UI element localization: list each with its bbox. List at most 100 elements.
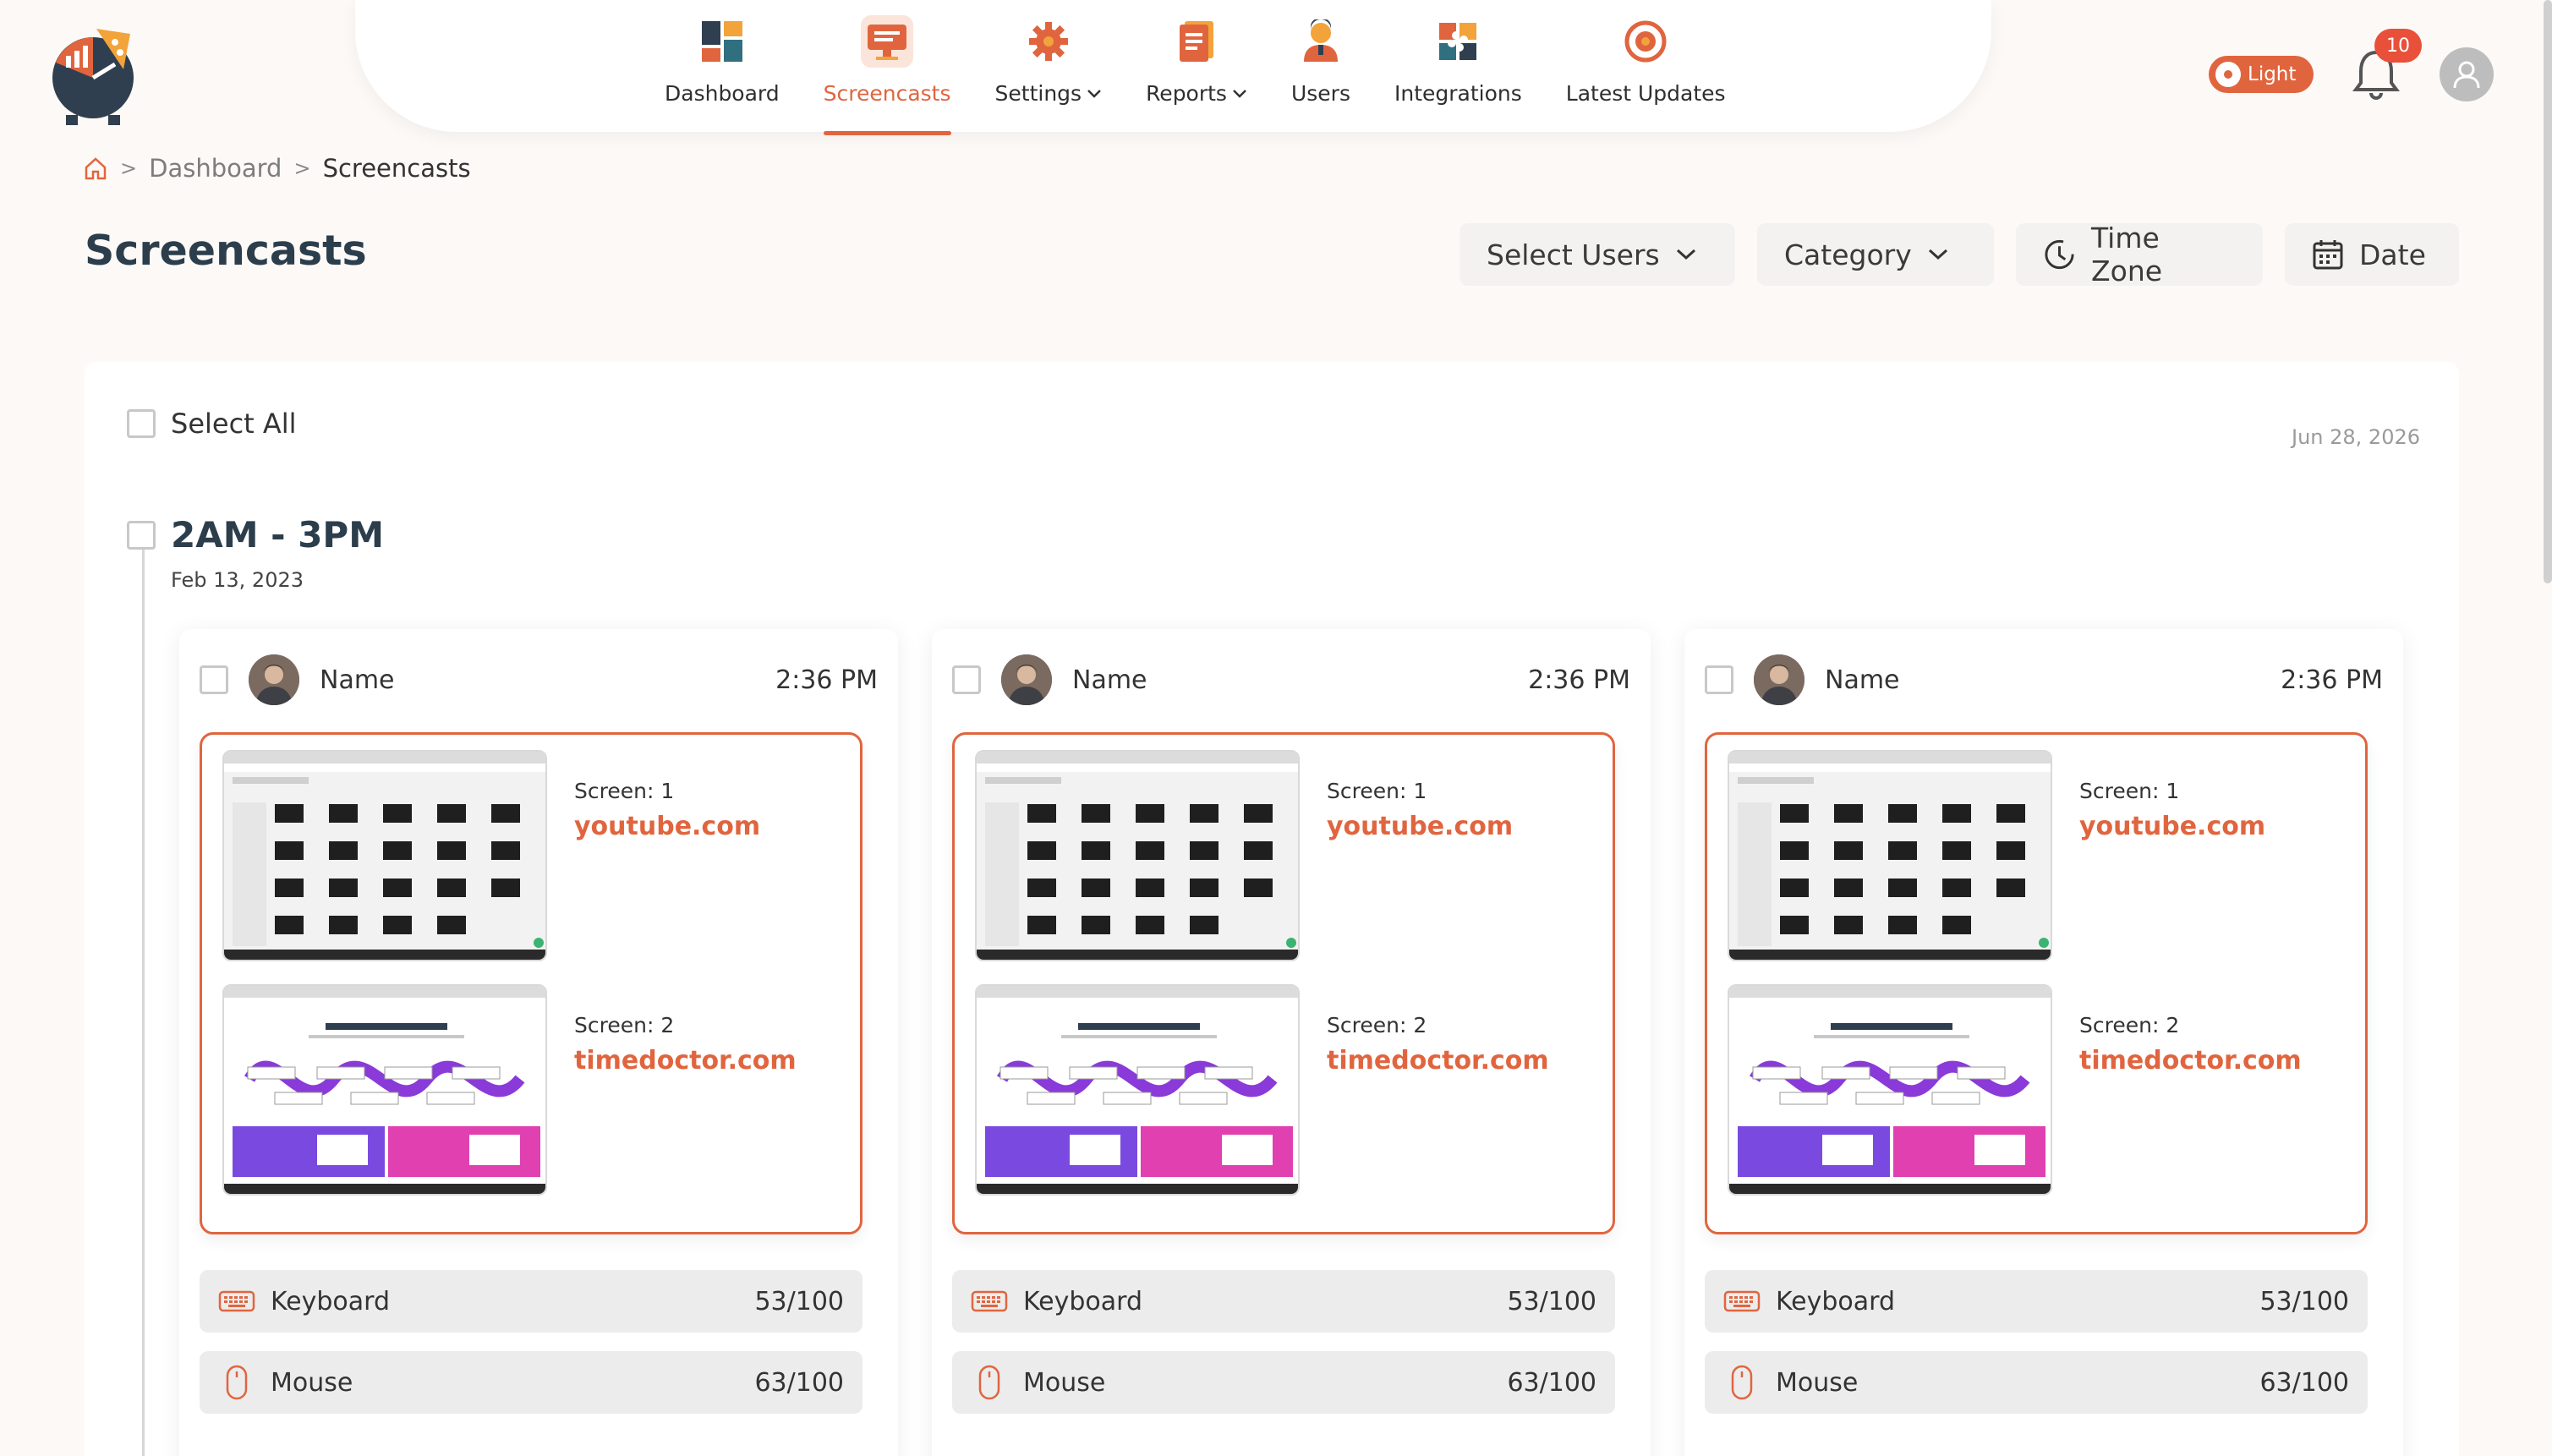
time-zone-button[interactable]: Time Zone bbox=[2016, 222, 2263, 287]
card-checkbox[interactable] bbox=[200, 665, 228, 694]
screenshots-box[interactable]: Screen: 1 youtube.com Screen: 2 timedoct… bbox=[1705, 732, 2368, 1234]
screenshot-row: Screen: 1 youtube.com bbox=[222, 750, 760, 961]
screen-site-link[interactable]: youtube.com bbox=[574, 812, 760, 841]
category-label: Category bbox=[1784, 238, 1912, 271]
screenshot-thumbnail[interactable] bbox=[975, 750, 1300, 961]
nav-label-users: Users bbox=[1290, 81, 1350, 106]
keyboard-label: Keyboard bbox=[1023, 1286, 1143, 1316]
screen-info: Screen: 2 timedoctor.com bbox=[2079, 1013, 2302, 1196]
breadcrumb-dashboard-link[interactable]: Dashboard bbox=[149, 154, 282, 183]
chevron-down-icon bbox=[1928, 249, 1947, 260]
date-label: Date bbox=[2359, 238, 2426, 271]
theme-toggle[interactable]: Light bbox=[2209, 56, 2314, 93]
keyboard-label: Keyboard bbox=[271, 1286, 391, 1316]
mouse-score: 63/100 bbox=[754, 1367, 844, 1398]
user-avatar-icon bbox=[2453, 61, 2480, 89]
mouse-label: Mouse bbox=[1776, 1367, 1859, 1398]
keyboard-activity: Keyboard 53/100 bbox=[200, 1270, 863, 1333]
nav-item-settings[interactable]: Settings bbox=[973, 10, 1125, 134]
screen-info: Screen: 1 youtube.com bbox=[1327, 779, 1513, 961]
select-all[interactable]: Select All bbox=[127, 408, 297, 440]
screen-label: Screen: 2 bbox=[574, 1013, 675, 1037]
screenshot-thumbnail[interactable] bbox=[222, 750, 547, 961]
screenshot-row: Screen: 1 youtube.com bbox=[975, 750, 1513, 961]
screenshot-thumbnail[interactable] bbox=[222, 984, 547, 1196]
mouse-activity: Mouse 63/100 bbox=[952, 1351, 1615, 1414]
screen-label: Screen: 2 bbox=[1327, 1013, 1427, 1037]
screen-label: Screen: 1 bbox=[1327, 779, 1427, 803]
breadcrumb-separator: > bbox=[293, 156, 311, 180]
mouse-score: 63/100 bbox=[2259, 1367, 2349, 1398]
screen-site-link[interactable]: timedoctor.com bbox=[574, 1046, 797, 1076]
screenshot-thumbnail[interactable] bbox=[975, 984, 1300, 1196]
group-time-range: 2AM - 3PM bbox=[171, 514, 384, 556]
keyboard-activity: Keyboard 53/100 bbox=[1705, 1270, 2368, 1333]
card-header: Name 2:36 PM bbox=[952, 654, 1630, 705]
home-icon[interactable] bbox=[83, 156, 108, 181]
keyboard-score: 53/100 bbox=[2259, 1286, 2349, 1316]
mouse-icon bbox=[978, 1365, 1000, 1400]
category-dropdown[interactable]: Category bbox=[1757, 223, 1994, 286]
avatar bbox=[249, 654, 299, 705]
time-zone-label: Time Zone bbox=[2091, 222, 2163, 287]
chevron-down-icon bbox=[1676, 249, 1695, 260]
screen-site-link[interactable]: youtube.com bbox=[2079, 812, 2265, 841]
gear-icon bbox=[1022, 15, 1075, 68]
screenshot-thumbnail[interactable] bbox=[1728, 984, 2052, 1196]
calendar-icon bbox=[2313, 240, 2343, 270]
screen-site-link[interactable]: timedoctor.com bbox=[2079, 1046, 2302, 1076]
nav-label-settings: Settings bbox=[994, 81, 1082, 106]
keyboard-icon bbox=[1723, 1290, 1761, 1312]
card-user-name: Name bbox=[1825, 665, 1900, 695]
screenshot-row: Screen: 2 timedoctor.com bbox=[975, 984, 1549, 1196]
keyboard-activity: Keyboard 53/100 bbox=[952, 1270, 1615, 1333]
profile-avatar[interactable] bbox=[2440, 47, 2494, 101]
nav-label-integrations: Integrations bbox=[1394, 81, 1522, 106]
nav-item-integrations[interactable]: Integrations bbox=[1372, 10, 1544, 134]
screen-info: Screen: 1 youtube.com bbox=[574, 779, 760, 961]
screencast-card: Name 2:36 PM Screen: 1 youtube.com Scree… bbox=[932, 629, 1651, 1456]
keyboard-score: 53/100 bbox=[1507, 1286, 1596, 1316]
nav-item-latest-updates[interactable]: Latest Updates bbox=[1544, 10, 1748, 134]
mouse-label: Mouse bbox=[1023, 1367, 1106, 1398]
card-checkbox[interactable] bbox=[952, 665, 981, 694]
card-header: Name 2:36 PM bbox=[200, 654, 878, 705]
timeline-line bbox=[142, 550, 145, 1456]
breadcrumb: > Dashboard > Screencasts bbox=[83, 154, 471, 183]
screen-label: Screen: 2 bbox=[2079, 1013, 2180, 1037]
card-checkbox[interactable] bbox=[1705, 665, 1733, 694]
avatar bbox=[1754, 654, 1804, 705]
screenshots-box[interactable]: Screen: 1 youtube.com Screen: 2 timedoct… bbox=[952, 732, 1615, 1234]
chevron-down-icon bbox=[1233, 89, 1246, 98]
breadcrumb-current: Screencasts bbox=[322, 154, 471, 183]
nav-label-reports: Reports bbox=[1146, 81, 1227, 106]
screenshot-thumbnail[interactable] bbox=[1728, 750, 2052, 961]
nav-item-screencasts[interactable]: Screencasts bbox=[802, 10, 973, 135]
keyboard-label: Keyboard bbox=[1776, 1286, 1896, 1316]
screen-info: Screen: 2 timedoctor.com bbox=[574, 1013, 797, 1196]
select-all-checkbox[interactable] bbox=[127, 409, 156, 438]
screen-site-link[interactable]: timedoctor.com bbox=[1327, 1046, 1549, 1076]
card-user-name: Name bbox=[1072, 665, 1147, 695]
nav-item-reports[interactable]: Reports bbox=[1124, 10, 1269, 134]
screen-info: Screen: 2 timedoctor.com bbox=[1327, 1013, 1549, 1196]
nav-label-latest-updates: Latest Updates bbox=[1565, 81, 1726, 106]
screenshots-box[interactable]: Screen: 1 youtube.com Screen: 2 timedoct… bbox=[200, 732, 863, 1234]
mouse-label: Mouse bbox=[271, 1367, 353, 1398]
time-group-header: 2AM - 3PM bbox=[127, 514, 384, 556]
user-icon bbox=[1295, 15, 1347, 68]
group-checkbox[interactable] bbox=[127, 520, 156, 550]
mouse-icon bbox=[1731, 1365, 1753, 1400]
select-users-dropdown[interactable]: Select Users bbox=[1459, 223, 1735, 286]
app-logo[interactable] bbox=[47, 22, 142, 127]
nav-item-dashboard[interactable]: Dashboard bbox=[643, 10, 802, 134]
notification-count-badge: 10 bbox=[2374, 29, 2422, 63]
dashboard-icon bbox=[696, 15, 748, 68]
screen-site-link[interactable]: youtube.com bbox=[1327, 812, 1513, 841]
page-scrollbar[interactable] bbox=[2544, 0, 2552, 583]
date-picker-button[interactable]: Date bbox=[2285, 223, 2459, 286]
nav-item-users[interactable]: Users bbox=[1269, 10, 1372, 134]
keyboard-icon bbox=[971, 1290, 1008, 1312]
puzzle-icon bbox=[1432, 15, 1484, 68]
card-time: 2:36 PM bbox=[775, 665, 878, 695]
